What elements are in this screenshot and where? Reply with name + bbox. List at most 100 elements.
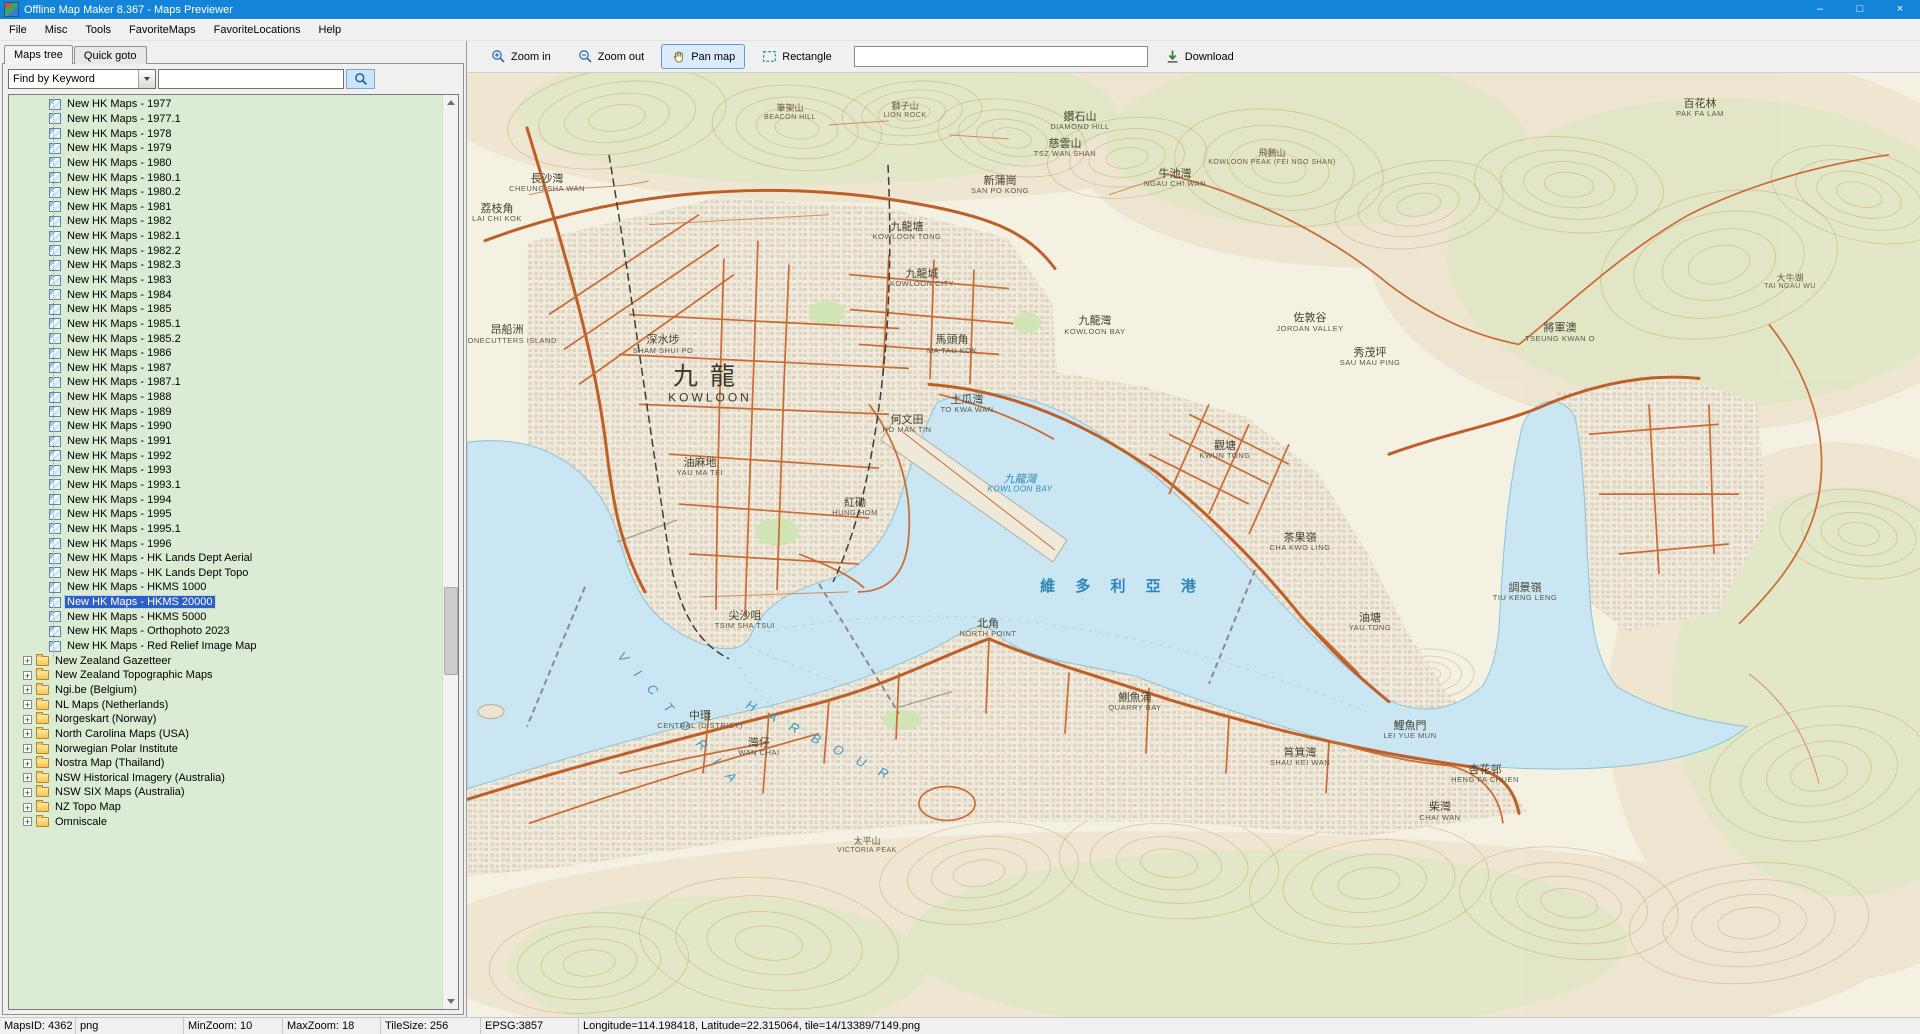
- tree-item[interactable]: New HK Maps - 1993.1: [9, 478, 443, 493]
- search-row: Find by Keyword: [8, 69, 459, 89]
- tree-item[interactable]: +Norwegian Polar Institute: [9, 741, 443, 756]
- tree-item[interactable]: New HK Maps - HKMS 5000: [9, 609, 443, 624]
- expand-icon[interactable]: +: [23, 656, 32, 665]
- download-button[interactable]: Download: [1155, 44, 1244, 69]
- tree-item[interactable]: +NSW Historical Imagery (Australia): [9, 770, 443, 785]
- menu-help[interactable]: Help: [310, 22, 351, 38]
- tree-item[interactable]: New HK Maps - 1979: [9, 141, 443, 156]
- tree-item[interactable]: New HK Maps - 1987: [9, 361, 443, 376]
- tree-item[interactable]: +NSW SIX Maps (Australia): [9, 785, 443, 800]
- tree-item[interactable]: +NZ Topo Map: [9, 800, 443, 815]
- tree-item[interactable]: +New Zealand Topographic Maps: [9, 668, 443, 683]
- window-title: Offline Map Maker 8.367 - Maps Previewer: [24, 4, 233, 16]
- tree-item[interactable]: New HK Maps - Red Relief Image Map: [9, 639, 443, 654]
- tree-item[interactable]: New HK Maps - 1977.1: [9, 112, 443, 127]
- tree-item[interactable]: New HK Maps - 1988: [9, 390, 443, 405]
- search-icon: [354, 72, 368, 86]
- scroll-down-arrow[interactable]: [443, 994, 458, 1009]
- tree-item[interactable]: New HK Maps - 1992: [9, 448, 443, 463]
- tree-item[interactable]: New HK Maps - 1990: [9, 419, 443, 434]
- tree-item[interactable]: New HK Maps - 1980.1: [9, 170, 443, 185]
- expand-icon[interactable]: +: [23, 817, 32, 826]
- tree-item[interactable]: + North Carolina Maps (USA): [9, 727, 443, 742]
- folder-icon: [36, 802, 49, 812]
- tree-item-label: New HK Maps - 1982.2: [65, 245, 183, 257]
- maximize-button[interactable]: □: [1840, 0, 1880, 19]
- menu-favoritelocations[interactable]: FavoriteLocations: [205, 22, 310, 38]
- tree-item[interactable]: New HK Maps - 1977: [9, 97, 443, 112]
- tree-item[interactable]: New HK Maps - HK Lands Dept Aerial: [9, 551, 443, 566]
- expand-icon[interactable]: +: [23, 803, 32, 812]
- tree-item[interactable]: New HK Maps - HKMS 20000: [9, 595, 443, 610]
- tree-item[interactable]: New HK Maps - 1980.2: [9, 185, 443, 200]
- map-layer-icon: [49, 421, 61, 432]
- rectangle-label: Rectangle: [782, 51, 832, 63]
- tree-item[interactable]: +New Zealand Gazetteer: [9, 653, 443, 668]
- map-layer-icon: [49, 641, 61, 652]
- tree-item[interactable]: New HK Maps - 1985.1: [9, 317, 443, 332]
- map-layer-icon: [49, 436, 61, 447]
- tree-item[interactable]: New HK Maps - 1978: [9, 126, 443, 141]
- tree-item[interactable]: New HK Maps - 1995: [9, 507, 443, 522]
- tree-item[interactable]: +Ngi.be (Belgium): [9, 683, 443, 698]
- expand-icon[interactable]: +: [23, 759, 32, 768]
- tree-item[interactable]: +Norgeskart (Norway): [9, 712, 443, 727]
- search-button[interactable]: [346, 69, 375, 89]
- tree-item-label: New HK Maps - 1980: [65, 157, 174, 169]
- scroll-up-arrow[interactable]: [443, 95, 458, 110]
- search-input[interactable]: [158, 69, 344, 89]
- tree-item[interactable]: New HK Maps - 1993: [9, 463, 443, 478]
- tab-quick-goto[interactable]: Quick goto: [74, 46, 147, 64]
- tree-item[interactable]: New HK Maps - 1995.1: [9, 522, 443, 537]
- find-mode-dropdown[interactable]: Find by Keyword: [8, 69, 156, 89]
- tree-item[interactable]: +NL Maps (Netherlands): [9, 697, 443, 712]
- zoom-in-button[interactable]: Zoom in: [481, 44, 561, 69]
- tree-item[interactable]: New HK Maps - HKMS 1000: [9, 580, 443, 595]
- tree-item[interactable]: New HK Maps - 1982.3: [9, 258, 443, 273]
- menu-tools[interactable]: Tools: [76, 22, 120, 38]
- tree-item[interactable]: New HK Maps - 1982.1: [9, 229, 443, 244]
- expand-icon[interactable]: +: [23, 729, 32, 738]
- menu-favoritemaps[interactable]: FavoriteMaps: [120, 22, 205, 38]
- minimize-button[interactable]: –: [1800, 0, 1840, 19]
- expand-icon[interactable]: +: [23, 744, 32, 753]
- tree-item[interactable]: New HK Maps - 1986: [9, 346, 443, 361]
- tree-item[interactable]: +Nostra Map (Thailand): [9, 756, 443, 771]
- tree-item[interactable]: New HK Maps - 1984: [9, 287, 443, 302]
- tab-maps-tree[interactable]: Maps tree: [4, 45, 73, 64]
- expand-icon[interactable]: +: [23, 700, 32, 709]
- expand-icon[interactable]: +: [23, 773, 32, 782]
- tree-item[interactable]: New HK Maps - 1982: [9, 214, 443, 229]
- tree-item[interactable]: New HK Maps - HK Lands Dept Topo: [9, 566, 443, 581]
- tree-item[interactable]: New HK Maps - 1982.2: [9, 243, 443, 258]
- tree-item-label: North Carolina Maps (USA): [53, 728, 191, 740]
- close-button[interactable]: ×: [1880, 0, 1920, 19]
- expand-icon[interactable]: +: [23, 715, 32, 724]
- tree-item[interactable]: New HK Maps - 1987.1: [9, 375, 443, 390]
- expand-icon[interactable]: +: [23, 788, 32, 797]
- coordinates-input[interactable]: [854, 46, 1148, 67]
- tree-item[interactable]: New HK Maps - 1996: [9, 536, 443, 551]
- tree-item-label: New HK Maps - 1981: [65, 201, 174, 213]
- rectangle-button[interactable]: Rectangle: [752, 44, 842, 69]
- tree-item[interactable]: New HK Maps - 1989: [9, 404, 443, 419]
- expand-icon[interactable]: +: [23, 671, 32, 680]
- tree-scrollbar[interactable]: [442, 95, 458, 1009]
- tree-item[interactable]: New HK Maps - 1980: [9, 156, 443, 171]
- tree-item[interactable]: New HK Maps - 1983: [9, 273, 443, 288]
- pan-map-button[interactable]: Pan map: [661, 44, 745, 69]
- tree-item[interactable]: New HK Maps - 1994: [9, 492, 443, 507]
- tree-item[interactable]: New HK Maps - 1985: [9, 302, 443, 317]
- zoom-out-button[interactable]: Zoom out: [568, 44, 654, 69]
- scrollbar-thumb[interactable]: [444, 587, 458, 675]
- tree-item[interactable]: New HK Maps - 1991: [9, 434, 443, 449]
- tree-item[interactable]: New HK Maps - Orthophoto 2023: [9, 624, 443, 639]
- tree-item[interactable]: New HK Maps - 1985.2: [9, 331, 443, 346]
- tree-item[interactable]: New HK Maps - 1981: [9, 199, 443, 214]
- tree-item[interactable]: +Omniscale: [9, 814, 443, 829]
- tree-item-label: New HK Maps - 1995.1: [65, 523, 183, 535]
- dropdown-button[interactable]: [138, 70, 155, 88]
- menu-misc[interactable]: Misc: [36, 22, 77, 38]
- expand-icon[interactable]: +: [23, 685, 32, 694]
- menu-file[interactable]: File: [0, 22, 36, 38]
